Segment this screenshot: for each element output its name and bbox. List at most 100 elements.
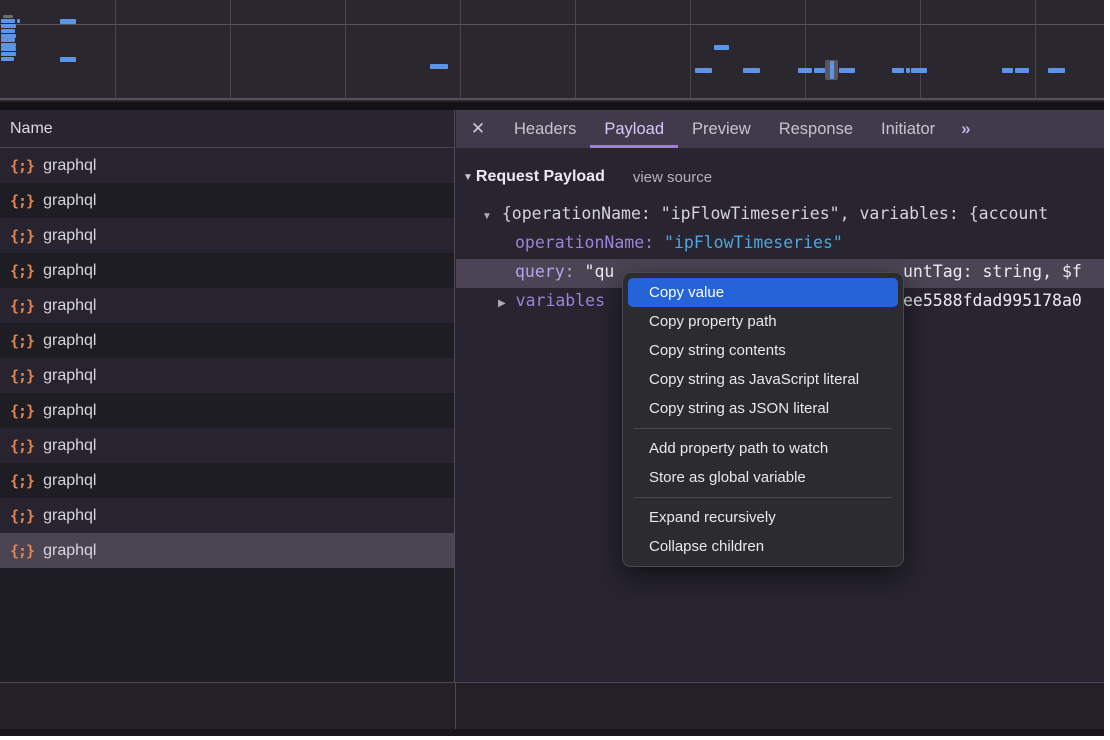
waterfall-request-bar: [1, 38, 15, 42]
request-row[interactable]: {;} graphql: [0, 498, 454, 533]
request-name: graphql: [43, 157, 96, 175]
waterfall-gridline: [1035, 0, 1036, 98]
json-brackets-icon: {;}: [10, 542, 34, 560]
json-brackets-icon: {;}: [10, 367, 34, 385]
network-request-table: Name {;} graphql {;} graphql {;} graphql {;} gr…: [0, 110, 455, 736]
menu-item-copy-string-as-json-literal[interactable]: Copy string as JSON literal: [628, 394, 898, 423]
request-name: graphql: [43, 192, 96, 210]
request-row[interactable]: {;}graphql: [0, 323, 454, 358]
request-name: graphql: [43, 542, 96, 560]
waterfall-request-bar: [1, 29, 15, 33]
menu-divider: [634, 497, 892, 498]
collapsed-triangle-icon[interactable]: ▶: [498, 298, 506, 309]
waterfall-request-bar: [743, 68, 760, 73]
request-row[interactable]: {;} graphql: [0, 463, 454, 498]
request-name: graphql: [43, 367, 96, 385]
request-row[interactable]: {;} graphql: [0, 428, 454, 463]
json-brackets-icon: {;}: [10, 157, 34, 175]
request-payload-title: ▼Request Payload: [463, 168, 605, 186]
waterfall-request-bar: [17, 19, 20, 23]
waterfall-request-bar: [1, 47, 16, 51]
waterfall-gridline: [920, 0, 921, 98]
operationname-key: operationName:: [515, 233, 664, 252]
waterfall-request-bar: [60, 57, 76, 62]
menu-divider: [634, 428, 892, 429]
request-name: graphql: [43, 507, 96, 525]
query-value-left: "qu: [585, 262, 615, 281]
waterfall-request-bar: [839, 68, 855, 73]
json-brackets-icon: {;}: [10, 472, 34, 490]
variables-key: variables: [516, 291, 605, 310]
request-row[interactable]: {;}graphql: [0, 288, 454, 323]
request-name: graphql: [43, 227, 96, 245]
context-menu: Copy valueCopy property pathCopy string …: [622, 272, 904, 567]
waterfall-request-bar: [814, 68, 825, 73]
waterfall-request-bar: [1002, 68, 1013, 73]
waterfall-request-bar: [430, 64, 448, 69]
request-name: graphql: [43, 262, 96, 280]
waterfall-request-bar: [714, 45, 729, 50]
query-key: query:: [515, 262, 585, 281]
waterfall-request-bar: [906, 68, 910, 73]
menu-item-store-as-global-variable[interactable]: Store as global variable: [628, 463, 898, 492]
operationname-value: "ipFlowTimeseries": [664, 233, 843, 252]
tab-payload[interactable]: Payload: [590, 110, 678, 148]
screenshot-stage: Name {;} graphql {;} graphql {;} graphql {;} gr…: [0, 0, 1110, 740]
waterfall-gridline: [690, 0, 691, 98]
waterfall-gridline: [345, 0, 346, 98]
more-tabs-chevron-icon[interactable]: »: [949, 110, 980, 148]
payload-operationname-row[interactable]: operationName: "ipFlowTimeseries": [456, 230, 1104, 259]
menu-item-copy-property-path[interactable]: Copy property path: [628, 307, 898, 336]
request-name: graphql: [43, 437, 96, 455]
request-payload-section-header[interactable]: ▼Request Payload view source: [456, 162, 712, 192]
json-brackets-icon: {;}: [10, 297, 34, 315]
waterfall-request-bar: [1, 57, 14, 61]
request-row[interactable]: {;}graphql: [0, 393, 454, 428]
waterfall-request-bar: [695, 68, 712, 73]
waterfall-gridline: [805, 0, 806, 98]
json-brackets-icon: {;}: [10, 507, 34, 525]
name-column-header[interactable]: Name: [0, 110, 454, 148]
request-row[interactable]: {;} graphql: [0, 533, 454, 568]
tabs-container: HeadersPayloadPreviewResponseInitiator: [500, 110, 949, 148]
request-row[interactable]: {;}graphql: [0, 183, 454, 218]
menu-item-copy-string-contents[interactable]: Copy string contents: [628, 336, 898, 365]
request-row[interactable]: {;}graphql: [0, 253, 454, 288]
query-value-right-fragment: untTag: string, $f: [903, 262, 1082, 281]
tab-headers[interactable]: Headers: [500, 110, 590, 148]
request-row[interactable]: {;}graphql: [0, 218, 454, 253]
payload-root-row[interactable]: ▼ {operationName: "ipFlowTimeseries", va…: [456, 201, 1104, 230]
menu-item-copy-string-as-javascript-literal[interactable]: Copy string as JavaScript literal: [628, 365, 898, 394]
tab-response[interactable]: Response: [765, 110, 867, 148]
tab-preview[interactable]: Preview: [678, 110, 765, 148]
request-row[interactable]: {;} graphql: [0, 148, 454, 183]
section-expand-triangle-icon[interactable]: ▼: [463, 172, 473, 183]
waterfall-request-bar: [3, 15, 13, 18]
name-column-label: Name: [10, 120, 53, 138]
waterfall-request-bar: [1015, 68, 1029, 73]
json-brackets-icon: {;}: [10, 332, 34, 350]
waterfall-request-bar: [892, 68, 904, 73]
waterfall-gridline: [115, 0, 116, 98]
waterfall-request-bar: [798, 68, 812, 73]
detail-tab-bar: ✕ HeadersPayloadPreviewResponseInitiator…: [456, 110, 1104, 148]
menu-item-expand-recursively[interactable]: Expand recursively: [628, 503, 898, 532]
network-overview-waterfall[interactable]: [0, 0, 1104, 100]
tab-initiator[interactable]: Initiator: [867, 110, 949, 148]
menu-item-collapse-children[interactable]: Collapse children: [628, 532, 898, 561]
waterfall-request-bar: [60, 19, 76, 24]
waterfall-horizontal-gridline: [0, 24, 1104, 25]
json-brackets-icon: {;}: [10, 437, 34, 455]
waterfall-request-bar: [911, 68, 927, 73]
view-source-link[interactable]: view source: [633, 169, 712, 186]
expand-triangle-icon[interactable]: ▼: [482, 211, 492, 222]
request-row[interactable]: {;} graphql: [0, 358, 454, 393]
menu-item-add-property-path-to-watch[interactable]: Add property path to watch: [628, 434, 898, 463]
menu-item-copy-value[interactable]: Copy value: [628, 278, 898, 307]
close-icon[interactable]: ✕: [456, 110, 500, 148]
request-name: graphql: [43, 402, 96, 420]
request-name: graphql: [43, 472, 96, 490]
bottom-strip: [0, 729, 1104, 736]
waterfall-request-bar: [1, 19, 15, 23]
waterfall-request-bar: [1, 52, 16, 56]
